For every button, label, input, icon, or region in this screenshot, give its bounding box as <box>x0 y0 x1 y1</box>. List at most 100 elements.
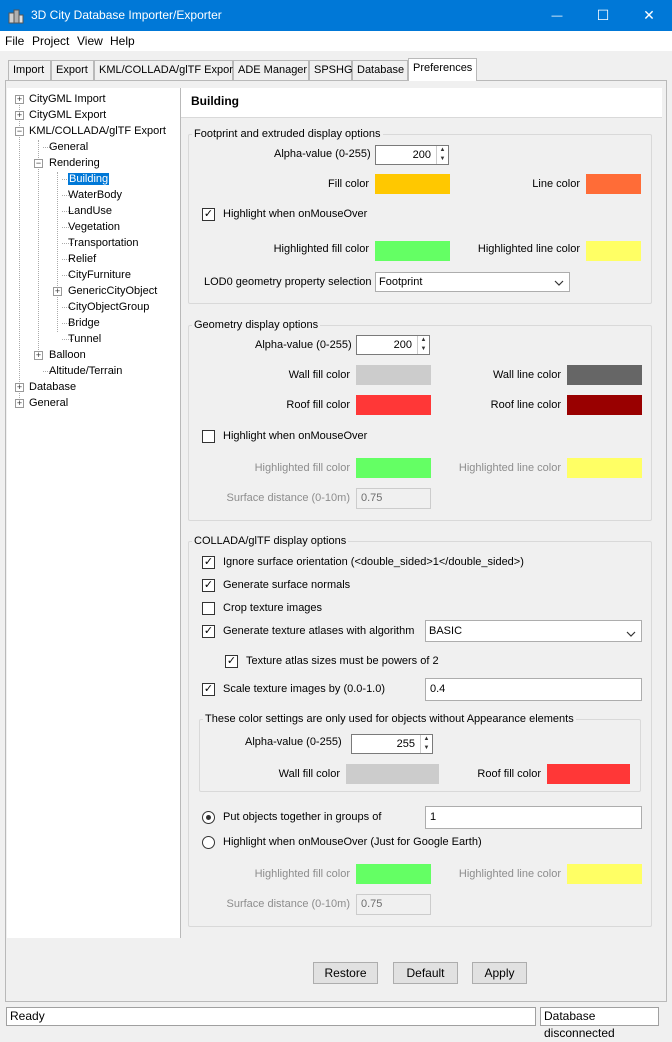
tab-import[interactable]: Import <box>8 60 51 80</box>
tree-item-rendering[interactable]: Rendering <box>49 155 100 171</box>
collada-roof-fill-swatch[interactable] <box>547 764 630 784</box>
atlas-select[interactable]: BASIC <box>425 620 642 642</box>
pow2-label: Texture atlas sizes must be powers of 2 <box>246 655 439 667</box>
scale-input[interactable]: 0.4 <box>425 678 642 701</box>
spin-down-icon[interactable]: ▼ <box>418 345 429 354</box>
scale-checkbox[interactable]: ✓ <box>202 683 215 696</box>
tree-item-citygml-export[interactable]: CityGML Export <box>29 107 106 123</box>
tab-ade-manager[interactable]: ADE Manager <box>233 60 309 80</box>
tree-item-altitude-terrain[interactable]: Altitude/Terrain <box>49 363 122 379</box>
expand-icon[interactable]: + <box>34 351 43 360</box>
scale-label: Scale texture images by (0.0-1.0) <box>223 683 386 695</box>
group-objects-radio[interactable] <box>202 811 215 824</box>
collada-alpha-spinner[interactable]: 255 ▲ ▼ <box>351 734 433 754</box>
geometry-highlight-checkbox[interactable] <box>202 430 215 443</box>
menu-view[interactable]: View <box>77 34 103 48</box>
tree-item-cityfurniture[interactable]: CityFurniture <box>68 267 131 283</box>
tree-item-transportation[interactable]: Transportation <box>68 235 139 251</box>
tree-item-tunnel[interactable]: Tunnel <box>68 331 101 347</box>
minimize-icon: — <box>551 9 563 22</box>
spin-up-icon[interactable]: ▲ <box>418 336 429 345</box>
tree-item-citygml-import[interactable]: CityGML Import <box>29 91 106 107</box>
footprint-alpha-spinner[interactable]: 200 ▲ ▼ <box>375 145 449 165</box>
wall-fill-swatch[interactable] <box>356 365 431 385</box>
footprint-highlight-checkbox[interactable]: ✓ <box>202 208 215 221</box>
tree-item-general[interactable]: General <box>49 139 88 155</box>
wall-line-swatch[interactable] <box>567 365 642 385</box>
restore-button[interactable]: Restore <box>313 962 378 984</box>
tab-export[interactable]: Export <box>51 60 94 80</box>
tree-item-bridge[interactable]: Bridge <box>68 315 100 331</box>
collada-hl-fill-swatch[interactable] <box>356 864 431 884</box>
collada-highlight-radio[interactable] <box>202 836 215 849</box>
spin-up-icon[interactable]: ▲ <box>437 146 448 155</box>
collada-roof-fill-label: Roof fill color <box>477 768 541 780</box>
fill-color-swatch[interactable] <box>375 174 450 194</box>
spin-down-icon[interactable]: ▼ <box>437 155 448 164</box>
tree-item-kml-export[interactable]: KML/COLLADA/glTF Export <box>29 123 166 139</box>
footprint-hl-fill-label: Highlighted fill color <box>273 243 369 255</box>
normals-checkbox[interactable]: ✓ <box>202 579 215 592</box>
menu-bar: File Project View Help <box>0 31 672 51</box>
expand-icon[interactable]: + <box>15 383 24 392</box>
collapse-icon[interactable]: − <box>34 159 43 168</box>
expand-icon[interactable]: + <box>15 95 24 104</box>
close-button[interactable]: ✕ <box>626 0 672 31</box>
tree-item-landuse[interactable]: LandUse <box>68 203 112 219</box>
collapse-icon[interactable]: − <box>15 127 24 136</box>
atlas-checkbox[interactable]: ✓ <box>202 625 215 638</box>
collada-surface-input[interactable]: 0.75 <box>356 894 431 915</box>
tab-kml-export[interactable]: KML/COLLADA/glTF Export <box>94 60 236 80</box>
roof-line-swatch[interactable] <box>567 395 642 415</box>
menu-help[interactable]: Help <box>110 34 135 48</box>
tab-spshg[interactable]: SPSHG <box>309 60 353 80</box>
geometry-surface-label: Surface distance (0-10m) <box>226 492 351 504</box>
tree-item-genericcityobject[interactable]: GenericCityObject <box>68 283 157 299</box>
default-button[interactable]: Default <box>393 962 458 984</box>
expand-icon[interactable]: + <box>53 287 62 296</box>
expand-icon[interactable]: + <box>15 399 24 408</box>
apply-button[interactable]: Apply <box>472 962 527 984</box>
lod0-value: Footprint <box>379 276 423 288</box>
tree-item-database[interactable]: Database <box>29 379 76 395</box>
geometry-surface-input[interactable]: 0.75 <box>356 488 431 509</box>
geometry-alpha-spinner[interactable]: 200 ▲ ▼ <box>356 335 430 355</box>
menu-file[interactable]: File <box>5 34 24 48</box>
geometry-hl-fill-swatch[interactable] <box>356 458 431 478</box>
collada-wall-fill-swatch[interactable] <box>346 764 439 784</box>
tree-item-balloon[interactable]: Balloon <box>49 347 86 363</box>
minimize-button[interactable]: — <box>534 0 580 31</box>
roof-fill-swatch[interactable] <box>356 395 431 415</box>
footprint-hl-fill-swatch[interactable] <box>375 241 450 261</box>
expand-icon[interactable]: + <box>15 111 24 120</box>
fill-color-label: Fill color <box>328 178 369 190</box>
collada-surface-label: Surface distance (0-10m) <box>226 898 351 910</box>
geometry-alpha-value: 200 <box>393 339 412 351</box>
tree-item-relief[interactable]: Relief <box>68 251 96 267</box>
footprint-hl-line-label: Highlighted line color <box>477 243 580 255</box>
line-color-swatch[interactable] <box>586 174 641 194</box>
group-objects-label: Put objects together in groups of <box>223 811 382 823</box>
tree-item-building[interactable]: Building <box>68 171 110 187</box>
group-size-input[interactable]: 1 <box>425 806 642 829</box>
tree-item-cityobjectgroup[interactable]: CityObjectGroup <box>68 299 149 315</box>
geometry-hl-line-swatch[interactable] <box>567 458 642 478</box>
spin-up-icon[interactable]: ▲ <box>421 735 432 744</box>
footprint-hl-line-swatch[interactable] <box>586 241 641 261</box>
tree-item-vegetation[interactable]: Vegetation <box>68 219 120 235</box>
pow2-checkbox[interactable]: ✓ <box>225 655 238 668</box>
geometry-highlight-label: Highlight when onMouseOver <box>223 430 368 442</box>
tree-item-waterbody[interactable]: WaterBody <box>68 187 122 203</box>
spin-down-icon[interactable]: ▼ <box>421 744 432 753</box>
crop-checkbox[interactable] <box>202 602 215 615</box>
tab-database[interactable]: Database <box>352 60 408 80</box>
collada-hl-line-swatch[interactable] <box>567 864 642 884</box>
tree-item-building-label: Building <box>68 173 110 185</box>
tab-preferences[interactable]: Preferences <box>408 58 477 81</box>
maximize-button[interactable]: ☐ <box>580 0 626 31</box>
lod0-select[interactable]: Footprint <box>375 272 570 292</box>
menu-project[interactable]: Project <box>32 34 69 48</box>
ignore-orientation-checkbox[interactable]: ✓ <box>202 556 215 569</box>
tree-item-general-root[interactable]: General <box>29 395 68 411</box>
lod0-label: LOD0 geometry property selection <box>204 276 372 288</box>
